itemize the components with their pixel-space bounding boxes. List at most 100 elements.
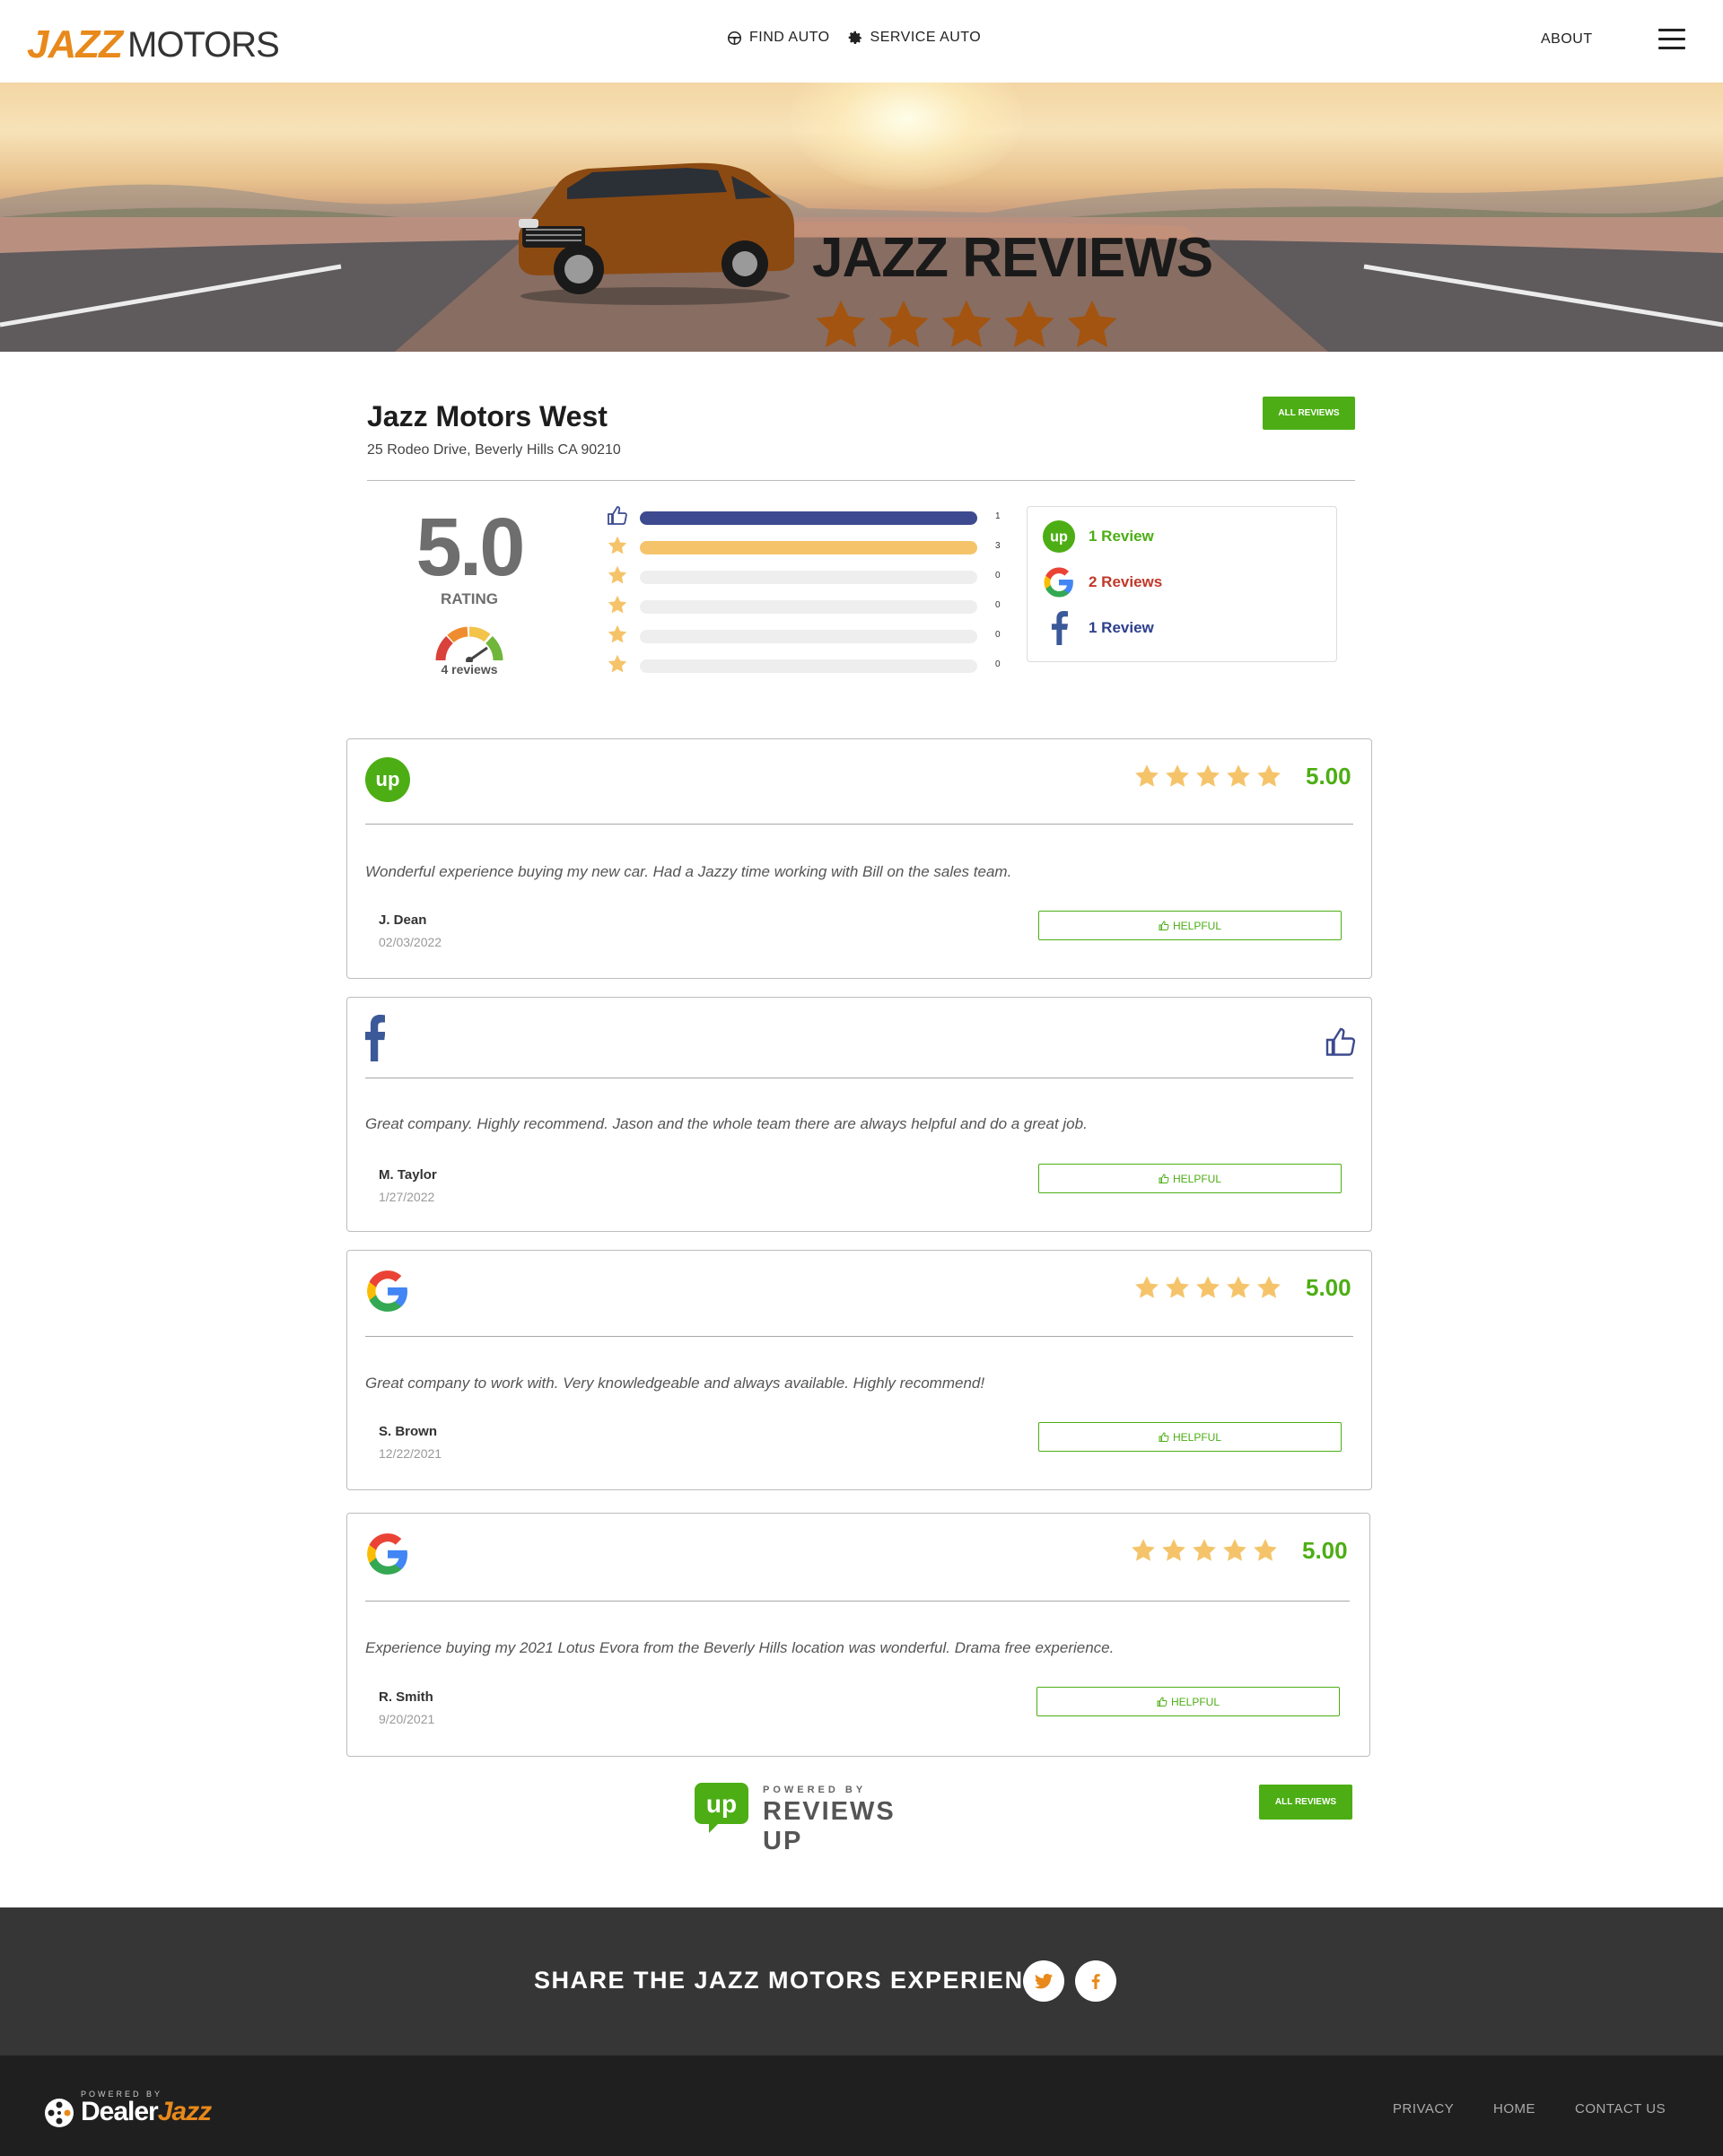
star-icon: [1255, 763, 1282, 790]
reviews-up-name: REVIEWS UP: [763, 1797, 896, 1855]
twitter-share-button[interactable]: [1023, 1960, 1064, 2002]
facebook-icon: [1091, 1974, 1100, 1989]
hamburger-menu-icon[interactable]: [1658, 29, 1685, 50]
distribution-track: [640, 659, 977, 673]
facebook-share-button[interactable]: [1075, 1960, 1116, 2002]
helpful-button[interactable]: HELPFUL: [1038, 1164, 1342, 1193]
distribution-count: 0: [995, 571, 1001, 580]
distribution-row: 0: [607, 564, 1001, 586]
distribution-row: 0: [607, 653, 1001, 675]
source-facebook[interactable]: 1 Review: [1042, 611, 1154, 645]
star-icon: [1255, 1274, 1282, 1301]
thumbs-up-icon: [1325, 1026, 1357, 1059]
star-5-icon: [607, 535, 628, 556]
thumbs-up-icon: [1159, 1432, 1169, 1443]
thumbs-up-icon: [607, 505, 628, 527]
overall-rating: 5.0: [415, 502, 526, 593]
distribution-row: 1: [607, 505, 1001, 527]
review-card: 5.00 Great company to work with. Very kn…: [346, 1250, 1372, 1490]
footer-link-privacy[interactable]: PRIVACY: [1393, 2101, 1454, 2117]
distribution-count: 1: [995, 511, 1001, 521]
review-score: 5.00: [1306, 763, 1351, 790]
review-author: J. Dean: [379, 912, 427, 928]
review-author: R. Smith: [379, 1689, 433, 1705]
dealer-jazz-part2: Jazz: [157, 2097, 212, 2126]
star-2-icon: [607, 624, 628, 645]
star-icon: [1194, 763, 1221, 790]
review-date: 1/27/2022: [379, 1190, 435, 1204]
review-score: 5.00: [1306, 1274, 1351, 1301]
dealer-address: 25 Rodeo Drive, Beverly Hills CA 90210: [367, 442, 621, 458]
source-google[interactable]: 2 Reviews: [1042, 565, 1162, 599]
svg-text:up: up: [1050, 529, 1068, 546]
review-stars: [1133, 1274, 1282, 1301]
distribution-count: 0: [995, 600, 1001, 610]
helpful-button[interactable]: HELPFUL: [1036, 1687, 1340, 1716]
all-reviews-button-top[interactable]: ALL REVIEWS: [1263, 397, 1355, 430]
review-score: 5.00: [1302, 1537, 1348, 1564]
review-date: 12/22/2021: [379, 1446, 442, 1461]
dealer-name: Jazz Motors West: [367, 400, 608, 432]
jazz-motors-logo[interactable]: JAZZ MOTORS: [27, 18, 280, 65]
top-navigation: JAZZ MOTORS FIND AUTO SERVICE AUTO ABOUT: [0, 0, 1723, 83]
distribution-fill: [640, 541, 977, 554]
distribution-fill: [640, 511, 977, 525]
nav-service-auto[interactable]: SERVICE AUTO: [848, 30, 982, 46]
hero-title: JAZZ REVIEWS: [812, 227, 1213, 289]
helpful-label: HELPFUL: [1170, 1695, 1220, 1708]
dealer-jazz-name: DealerJazz: [81, 2097, 212, 2127]
helpful-button[interactable]: HELPFUL: [1038, 911, 1342, 940]
star-icon: [1221, 1537, 1248, 1564]
thumbs-up-icon: [1159, 921, 1169, 931]
distribution-row: 0: [607, 594, 1001, 615]
reviews-up-icon: up: [1042, 519, 1076, 554]
review-card: up 5.00 Wonderful experience buying my n…: [346, 738, 1372, 979]
main-nav: FIND AUTO SERVICE AUTO: [727, 30, 981, 46]
powered-by-reviews-up[interactable]: up POWERED BY REVIEWS UP: [693, 1781, 935, 1855]
footer-link-contact-us[interactable]: CONTACT US: [1575, 2101, 1666, 2117]
card-divider: [365, 1601, 1350, 1602]
google-icon: [365, 1269, 410, 1314]
helpful-label: HELPFUL: [1172, 919, 1222, 932]
hero-banner: JAZZ REVIEWS: [0, 83, 1723, 352]
star-icon: [1191, 1537, 1218, 1564]
footer: POWERED BY DealerJazz PRIVACY HOME CONTA…: [0, 2056, 1723, 2156]
review-date: 02/03/2022: [379, 935, 442, 949]
star-icon: [1133, 1274, 1160, 1301]
section-divider: [367, 480, 1355, 481]
review-card: Great company. Highly recommend. Jason a…: [346, 997, 1372, 1232]
dealer-jazz-logo[interactable]: POWERED BY DealerJazz: [43, 2090, 241, 2129]
facebook-icon: [365, 1015, 389, 1061]
nav-about[interactable]: ABOUT: [1541, 31, 1593, 48]
reviews-up-icon: up: [695, 1783, 748, 1833]
review-stars: [1133, 763, 1282, 790]
distribution-track: [640, 600, 977, 614]
helpful-label: HELPFUL: [1172, 1172, 1222, 1185]
logo-motors-text: MOTORS: [127, 25, 280, 65]
nav-find-auto-label: FIND AUTO: [749, 30, 830, 45]
nav-find-auto[interactable]: FIND AUTO: [727, 30, 830, 46]
twitter-icon: [1035, 1973, 1053, 1989]
svg-text:up: up: [706, 1790, 737, 1818]
distribution-count: 0: [995, 659, 1001, 669]
star-icon: [1194, 1274, 1221, 1301]
helpful-button[interactable]: HELPFUL: [1038, 1422, 1342, 1452]
card-divider: [365, 1336, 1353, 1337]
review-sources-panel: up 1 Review 2 Reviews 1 Review: [1027, 506, 1337, 662]
dealer-jazz-part1: Dealer: [81, 2097, 159, 2126]
helpful-label: HELPFUL: [1172, 1430, 1222, 1444]
review-text: Experience buying my 2021 Lotus Evora fr…: [365, 1639, 1115, 1656]
distribution-track: [640, 571, 977, 584]
share-section: SHARE THE JAZZ MOTORS EXPERIENCE: [0, 1907, 1723, 2056]
all-reviews-button-bottom[interactable]: ALL REVIEWS: [1259, 1785, 1352, 1820]
rating-gauge-icon: [435, 626, 503, 662]
distribution-row: 0: [607, 624, 1001, 645]
source-reviews-up[interactable]: up 1 Review: [1042, 519, 1154, 554]
google-icon: [1042, 565, 1076, 599]
star-icon: [1164, 763, 1191, 790]
star-icon: [1164, 1274, 1191, 1301]
footer-link-home[interactable]: HOME: [1493, 2101, 1535, 2117]
nav-service-auto-label: SERVICE AUTO: [870, 30, 982, 45]
source-google-label: 2 Reviews: [1089, 573, 1163, 590]
reviews-up-icon: up: [365, 757, 410, 802]
